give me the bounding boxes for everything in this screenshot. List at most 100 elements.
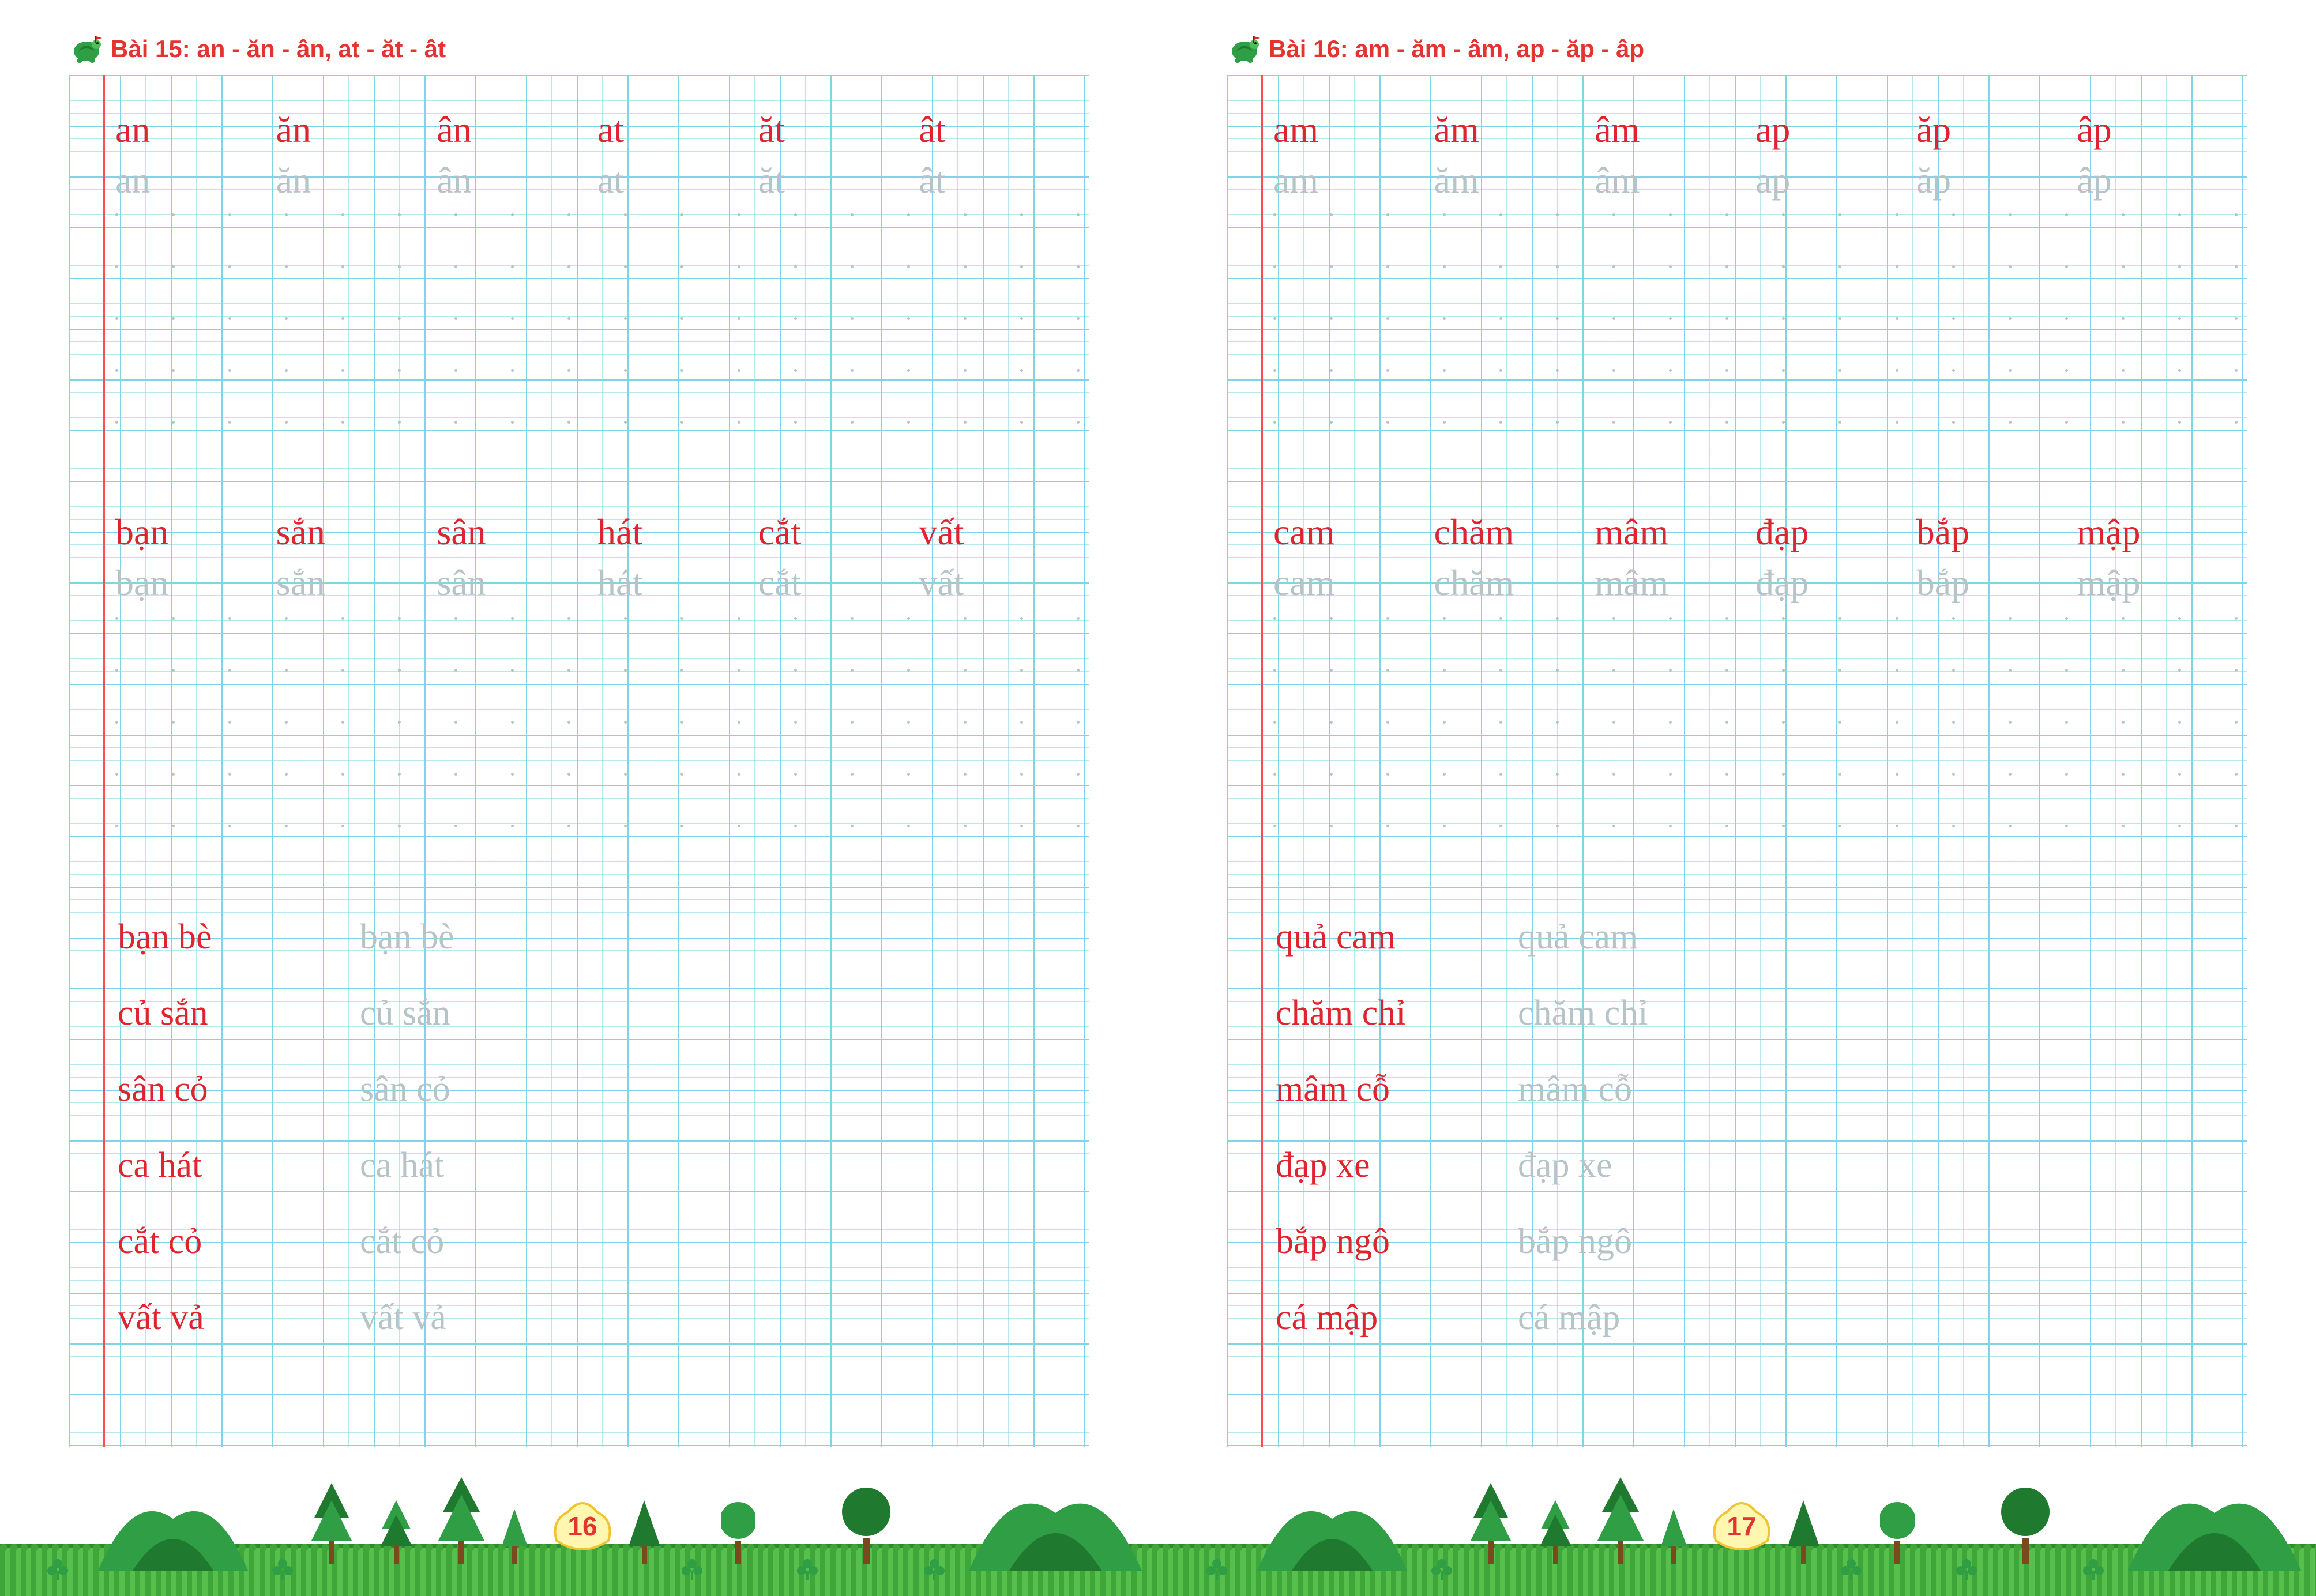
practice-guide-dots bbox=[115, 721, 1080, 724]
syllable-example: ât bbox=[919, 108, 1080, 151]
practice-guide-dots bbox=[1273, 773, 2238, 776]
clover-icon bbox=[923, 1558, 946, 1581]
clover-icon bbox=[46, 1558, 69, 1581]
word-trace: cam bbox=[1273, 562, 1434, 604]
practice-guide-dots bbox=[115, 421, 1080, 424]
syllable-example: ân bbox=[437, 108, 597, 151]
tree-icon bbox=[1661, 1509, 1687, 1564]
page-number: 16 bbox=[567, 1511, 597, 1542]
word-example: chăm bbox=[1434, 511, 1595, 554]
word-trace: vất bbox=[919, 562, 1080, 604]
phrase-row: đạp xeđạp xe bbox=[1276, 1145, 1612, 1186]
tree-icon bbox=[1597, 1477, 1644, 1564]
hill-icon bbox=[1257, 1484, 1407, 1571]
phrase-row: sân cỏsân cỏ bbox=[118, 1069, 450, 1110]
word-example: cắt bbox=[758, 511, 919, 554]
word-example: mập bbox=[2077, 511, 2238, 554]
syllable-trace: at bbox=[597, 159, 758, 202]
word-trace: mâm bbox=[1595, 562, 1755, 604]
page-right: Bài 16: am - ăm - âm, ap - ăp - âp amămâ… bbox=[1158, 0, 2316, 1476]
lesson-header: Bài 16: am - ăm - âm, ap - ăp - âp bbox=[1227, 29, 2247, 69]
tree-icon bbox=[502, 1509, 528, 1564]
phrase-example: củ sắn bbox=[118, 993, 360, 1034]
phrase-row: cắt cỏcắt cỏ bbox=[118, 1221, 444, 1262]
phrase-trace: mâm cỗ bbox=[1518, 1069, 1632, 1110]
phrase-trace: cá mập bbox=[1518, 1297, 1620, 1338]
phrase-row: bạn bèbạn bè bbox=[118, 917, 454, 958]
clover-icon bbox=[680, 1558, 704, 1581]
word-example: sắn bbox=[276, 511, 437, 554]
phrase-example: quả cam bbox=[1276, 917, 1518, 958]
word-trace: chăm bbox=[1434, 562, 1595, 604]
word-trace: đạp bbox=[1755, 562, 1916, 604]
clover-icon bbox=[1840, 1558, 1863, 1581]
word-example: hát bbox=[597, 511, 758, 554]
practice-guide-dots bbox=[1273, 617, 2238, 620]
clover-icon bbox=[1430, 1558, 1453, 1581]
tree-icon bbox=[842, 1483, 891, 1564]
hill-icon bbox=[98, 1484, 248, 1571]
phrase-example: chăm chỉ bbox=[1276, 993, 1518, 1034]
tree-icon bbox=[1880, 1497, 1915, 1564]
phrase-trace: ca hát bbox=[360, 1145, 444, 1186]
syllable-trace: ăn bbox=[276, 159, 437, 202]
word-example: cam bbox=[1273, 511, 1434, 554]
syllable-trace: ât bbox=[919, 159, 1080, 202]
turtle-icon bbox=[69, 32, 104, 66]
phrase-trace: cắt cỏ bbox=[360, 1221, 444, 1262]
syllable-example: âm bbox=[1595, 108, 1755, 151]
phrase-example: bạn bè bbox=[118, 917, 360, 958]
syllable-example: âp bbox=[2077, 108, 2238, 151]
phrase-row: bắp ngôbắp ngô bbox=[1276, 1221, 1632, 1262]
word-trace: bạn bbox=[115, 562, 276, 604]
lesson-title: Bài 15: an - ăn - ân, at - ăt - ât bbox=[111, 35, 446, 63]
hill-icon bbox=[969, 1476, 1142, 1571]
syllable-example: ăt bbox=[758, 108, 919, 151]
practice-guide-dots bbox=[115, 773, 1080, 776]
page-number-badge: 17 bbox=[1710, 1500, 1773, 1552]
clover-icon bbox=[2082, 1558, 2105, 1581]
phrase-trace: sân cỏ bbox=[360, 1069, 450, 1110]
workbook-spread: Bài 15: an - ăn - ân, at - ăt - ât anănâ… bbox=[0, 0, 2316, 1476]
phrase-trace: bạn bè bbox=[360, 917, 454, 958]
lesson-title: Bài 16: am - ăm - âm, ap - ăp - âp bbox=[1269, 35, 1644, 63]
phrase-trace: củ sắn bbox=[360, 993, 450, 1034]
clover-icon bbox=[1205, 1558, 1228, 1581]
syllable-trace: ăt bbox=[758, 159, 919, 202]
word-row-red: bạnsắnsânhátcắtvất bbox=[115, 511, 1080, 554]
syllable-example: ap bbox=[1755, 108, 1916, 151]
practice-guide-dots bbox=[1273, 369, 2238, 372]
tree-icon bbox=[1788, 1500, 1819, 1564]
phrase-example: mâm cỗ bbox=[1276, 1069, 1518, 1110]
phrase-row: mâm cỗmâm cỗ bbox=[1276, 1069, 1632, 1110]
turtle-icon bbox=[1227, 32, 1262, 66]
word-trace: sân bbox=[437, 562, 597, 604]
word-row-trace: bạnsắnsânhátcắtvất bbox=[115, 562, 1080, 604]
clover-icon bbox=[796, 1558, 819, 1581]
word-trace: hát bbox=[597, 562, 758, 604]
practice-guide-dots bbox=[1273, 825, 2238, 828]
practice-guide-dots bbox=[1273, 721, 2238, 724]
word-trace: mập bbox=[2077, 562, 2238, 604]
syllable-example: ăp bbox=[1916, 108, 2077, 151]
phrase-example: bắp ngô bbox=[1276, 1221, 1518, 1262]
practice-guide-dots bbox=[115, 213, 1080, 217]
practice-guide-dots bbox=[1273, 421, 2238, 424]
phrase-example: sân cỏ bbox=[118, 1069, 360, 1110]
phrase-trace: bắp ngô bbox=[1518, 1221, 1632, 1262]
syllable-example: an bbox=[115, 108, 276, 151]
page-number: 17 bbox=[1727, 1511, 1756, 1542]
phrase-trace: vất vả bbox=[360, 1297, 446, 1338]
syllable-trace: ap bbox=[1755, 159, 1916, 202]
tree-icon bbox=[311, 1483, 352, 1564]
syllable-example: am bbox=[1273, 108, 1434, 151]
tree-icon bbox=[1471, 1483, 1511, 1564]
tree-icon bbox=[438, 1477, 484, 1564]
practice-guide-dots bbox=[1273, 265, 2238, 269]
tree-icon bbox=[1540, 1500, 1571, 1564]
word-row-trace: camchămmâmđạpbắpmập bbox=[1273, 562, 2238, 604]
syllable-example: ăm bbox=[1434, 108, 1595, 151]
footer-scenery: 16 17 bbox=[0, 1476, 2316, 1596]
phrase-example: vất vả bbox=[118, 1297, 360, 1338]
syllable-row-trace: anănânatătât bbox=[115, 159, 1080, 202]
